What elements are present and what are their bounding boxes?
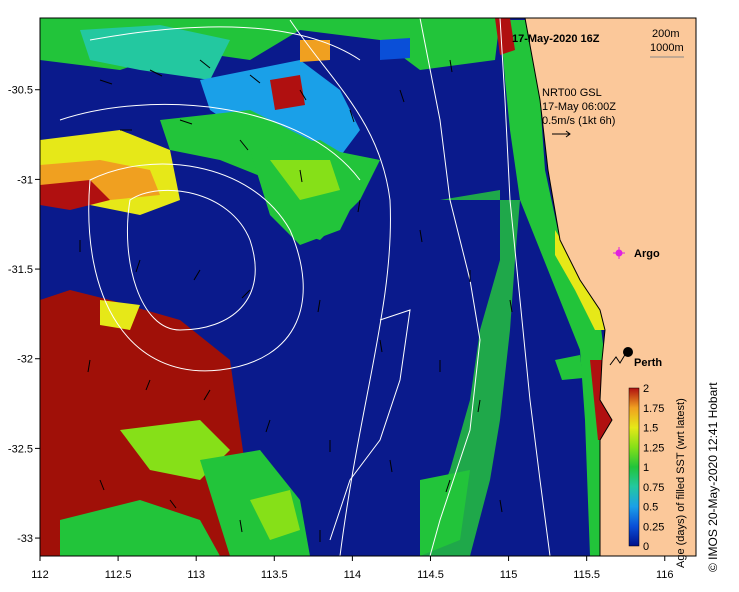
x-tick-label: 114.5 — [417, 569, 444, 581]
x-tick-label: 115.5 — [573, 569, 600, 581]
colorbar-tick-label: 0.75 — [643, 482, 664, 494]
currents-time: 17-May 06:00Z — [542, 101, 616, 113]
x-axis-ticks: 112 112.5 113 113.5 114 114.5 115 115.5 116 — [31, 556, 674, 581]
depth-legend-200m: 200m — [652, 28, 680, 40]
x-tick-label: 116 — [656, 569, 674, 581]
x-tick-label: 112.5 — [105, 569, 132, 581]
y-axis-ticks: -30.5 -31 -31.5 -32 -32.5 -33 — [8, 85, 40, 545]
argo-label: Argo — [634, 248, 660, 260]
x-tick-label: 112 — [31, 569, 49, 581]
currents-scale: 0.5m/s (1kt 6h) — [542, 115, 615, 127]
map-title: 17-May-2020 16Z — [512, 33, 600, 45]
perth-label: Perth — [634, 357, 662, 369]
colorbar-tick-label: 2 — [643, 383, 649, 395]
y-tick-label: -30.5 — [8, 85, 33, 97]
x-tick-label: 113 — [187, 569, 205, 581]
colorbar-tick-label: 0 — [643, 541, 649, 553]
colorbar-label: Age (days) of filled SST (wrt latest) — [675, 398, 687, 568]
x-tick-label: 114 — [344, 569, 362, 581]
colorbar — [628, 387, 640, 547]
x-tick-label: 113.5 — [261, 569, 288, 581]
colorbar-tick-label: 1.75 — [643, 403, 664, 415]
colorbar-tick-label: 1.5 — [643, 423, 658, 435]
y-tick-label: -33 — [17, 533, 33, 545]
imos-credit: © IMOS 20-May-2020 12:41 Hobart — [706, 382, 720, 572]
colorbar-tick-label: 1 — [643, 462, 649, 474]
currents-source: NRT00 GSL — [542, 87, 602, 99]
y-tick-label: -32 — [17, 354, 33, 366]
colorbar-tick-label: 0.25 — [643, 521, 664, 533]
colorbar-tick-label: 0.5 — [643, 502, 658, 514]
y-tick-label: -31 — [17, 174, 33, 186]
sst-map: Argo Perth 17-May-2020 16Z 200m 1000m NR… — [8, 17, 697, 581]
x-tick-label: 115 — [500, 569, 518, 581]
colorbar-tick-label: 1.25 — [643, 442, 664, 454]
depth-legend-1000m: 1000m — [650, 42, 684, 54]
y-tick-label: -31.5 — [8, 264, 33, 276]
y-tick-label: -32.5 — [8, 443, 33, 455]
